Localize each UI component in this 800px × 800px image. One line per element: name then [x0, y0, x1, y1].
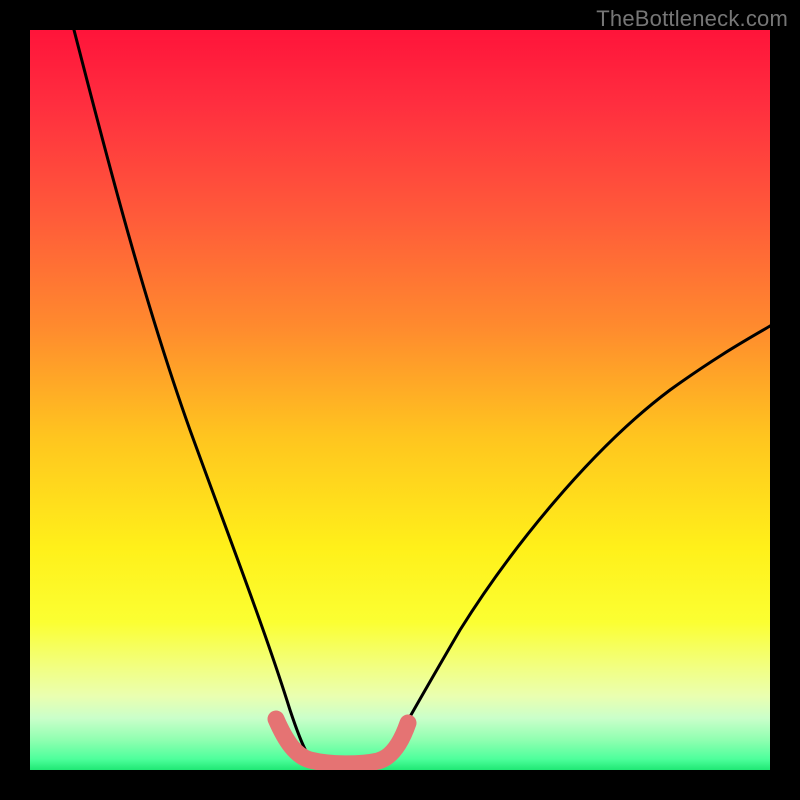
left-branch	[74, 30, 307, 753]
right-branch	[390, 326, 770, 753]
chart-frame: TheBottleneck.com	[0, 0, 800, 800]
plot-area	[30, 30, 770, 770]
curve-layer	[30, 30, 770, 770]
watermark-text: TheBottleneck.com	[596, 6, 788, 32]
